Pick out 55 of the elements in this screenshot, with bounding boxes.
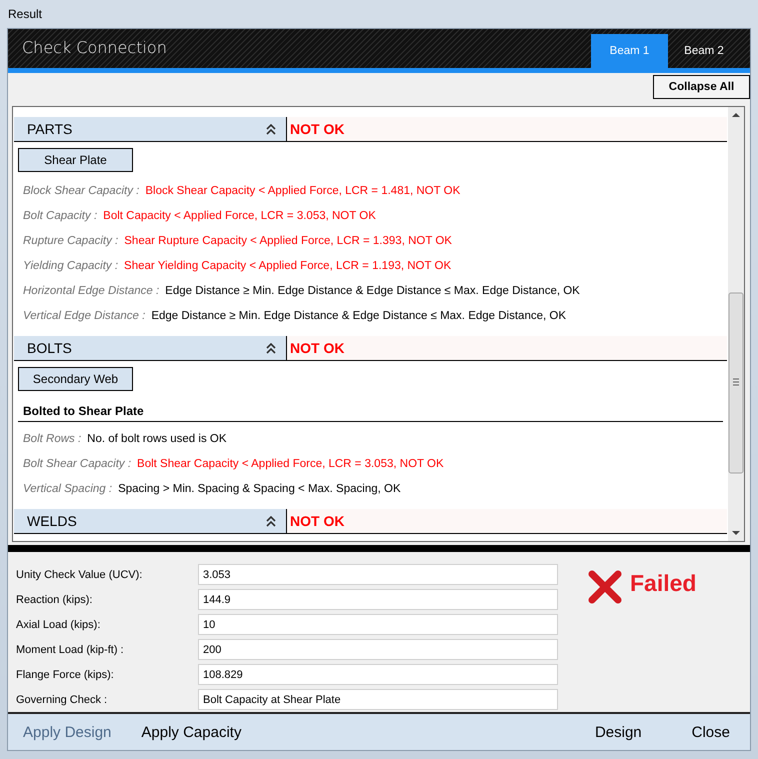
check-result: Shear Yielding Capacity < Applied Force, LCR = 1.193, NOT OK bbox=[124, 260, 452, 272]
check-result: Edge Distance ≥ Min. Edge Distance & Edge Distance ≤ Max. Edge Distance, OK bbox=[151, 310, 566, 322]
field-label: Governing Check : bbox=[16, 694, 108, 706]
footer-button[interactable]: Close bbox=[692, 724, 730, 740]
check-label: Horizontal Edge Distance : bbox=[23, 284, 160, 296]
footer-button[interactable]: Design bbox=[594, 724, 642, 740]
header-title: Check Connection bbox=[21, 38, 167, 59]
section-status: NOT OK bbox=[287, 509, 727, 533]
check-label: Bolt Rows : bbox=[23, 432, 82, 444]
component-button[interactable]: Secondary Web bbox=[18, 367, 133, 391]
collapse-chevron-icon[interactable] bbox=[266, 342, 276, 354]
check-label: Bolt Shear Capacity : bbox=[23, 458, 132, 470]
section-header[interactable]: WELDS bbox=[14, 509, 287, 533]
check-label: Vertical Edge Distance : bbox=[23, 310, 146, 322]
section-title: PARTS bbox=[27, 121, 72, 137]
value-field[interactable]: 144.9 bbox=[198, 589, 558, 610]
value-field[interactable]: Bolt Capacity at Shear Plate bbox=[198, 689, 558, 710]
value-field[interactable]: 200 bbox=[198, 639, 558, 660]
field-label: Moment Load (kip-ft) : bbox=[16, 644, 125, 656]
value-field[interactable]: 10 bbox=[198, 614, 558, 635]
check-result: Bolt Shear Capacity < Applied Force, LCR = 3.053, NOT OK bbox=[137, 458, 444, 470]
section-status: NOT OK bbox=[287, 117, 727, 141]
value-field[interactable]: 108.829 bbox=[198, 664, 558, 685]
collapse-chevron-icon[interactable] bbox=[266, 124, 276, 134]
cross-icon bbox=[588, 570, 622, 604]
check-label: Block Shear Capacity : bbox=[23, 184, 140, 196]
scrollbar[interactable] bbox=[728, 107, 744, 541]
check-result: Bolt Capacity < Applied Force, LCR = 3.053, NOT OK bbox=[103, 210, 376, 222]
check-label: Yielding Capacity : bbox=[23, 260, 118, 272]
section-title: WELDS bbox=[27, 513, 77, 529]
check-label: Bolt Capacity : bbox=[23, 210, 98, 222]
collapse-chevron-icon[interactable] bbox=[266, 516, 276, 526]
window-title: Result bbox=[8, 7, 42, 21]
beam-tab[interactable]: Beam 2 bbox=[668, 34, 740, 68]
check-result: Spacing > Min. Spacing & Spacing < Max. Spacing, OK bbox=[118, 482, 401, 494]
check-result: Edge Distance ≥ Min. Edge Distance & Edge Distance ≤ Max. Edge Distance, OK bbox=[165, 284, 580, 296]
section-header[interactable]: BOLTS bbox=[14, 336, 287, 360]
section-status: NOT OK bbox=[287, 336, 727, 360]
field-label: Unity Check Value (UCV): bbox=[16, 568, 144, 580]
result-status: Failed bbox=[630, 570, 696, 597]
check-result: Block Shear Capacity < Applied Force, LCR = 1.481, NOT OK bbox=[145, 184, 460, 196]
section-title: BOLTS bbox=[27, 340, 72, 356]
field-label: Flange Force (kips): bbox=[16, 668, 115, 680]
collapse-all-button[interactable]: Collapse All bbox=[653, 75, 750, 99]
section-header[interactable]: PARTS bbox=[14, 117, 287, 141]
footer-button[interactable]: Apply Capacity bbox=[141, 724, 242, 740]
check-label: Vertical Spacing : bbox=[23, 482, 112, 494]
field-label: Reaction (kips): bbox=[16, 594, 94, 606]
field-label: Axial Load (kips): bbox=[16, 618, 102, 630]
check-result: No. of bolt rows used is OK bbox=[87, 432, 227, 444]
check-result: Shear Rupture Capacity < Applied Force, LCR = 1.393, NOT OK bbox=[124, 234, 452, 246]
value-field[interactable]: 3.053 bbox=[198, 564, 558, 585]
subheading: Bolted to Shear Plate bbox=[18, 401, 723, 422]
check-label: Rupture Capacity : bbox=[23, 234, 118, 246]
component-button[interactable]: Shear Plate bbox=[18, 148, 133, 172]
